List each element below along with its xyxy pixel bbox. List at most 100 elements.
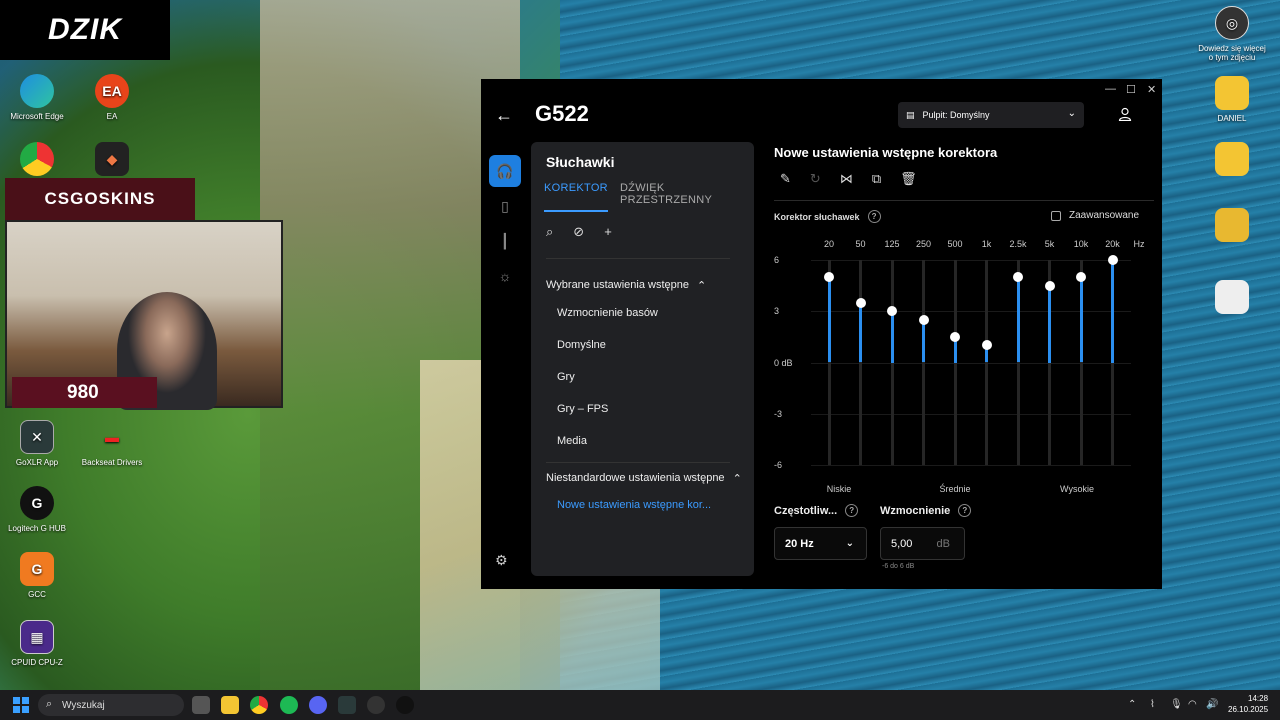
eq-band-track[interactable] (890, 260, 894, 465)
chevron-up-icon[interactable]: ⌃ (1128, 699, 1136, 710)
desktop-icon-backseat[interactable]: ▬ Backseat Drivers (76, 420, 148, 467)
search-icon[interactable]: ⌕ (546, 224, 553, 240)
eq-band-fill (1079, 277, 1083, 363)
desktop-icon-gcc[interactable]: G GCC (1, 552, 73, 599)
file-explorer-icon[interactable] (221, 696, 239, 714)
network-icon[interactable]: ⌇ (1150, 699, 1155, 710)
eq-band-handle[interactable] (887, 306, 897, 317)
eq-band-track[interactable] (953, 260, 957, 465)
chrome-icon[interactable] (250, 696, 268, 714)
eq-band-handle[interactable] (855, 297, 866, 308)
desktop-icon-label: Backseat Drivers (81, 458, 143, 467)
eq-band-handle[interactable] (1107, 255, 1118, 265)
desktop-icon-folder3[interactable] (1196, 208, 1268, 246)
tab-korektor[interactable]: KOREKTOR (544, 182, 608, 212)
desktop-profile-icon: ▤ (906, 109, 915, 120)
eq-band-handle[interactable] (1044, 280, 1055, 291)
tab-surround[interactable]: DŹWIĘK PRZESTRZENNY (620, 182, 754, 212)
speaker-icon[interactable]: 🔊 (1206, 699, 1218, 710)
desktop-icon-daniel[interactable]: DANIEL (1196, 76, 1268, 123)
eq-band-track[interactable] (859, 260, 862, 465)
help-icon[interactable]: ? (867, 210, 881, 223)
eq-band-handle[interactable] (981, 340, 992, 351)
desktop-icon-ghub[interactable]: G Logitech G HUB (1, 486, 73, 533)
eq-band-track[interactable] (922, 260, 925, 465)
panel-title: Słuchawki (546, 154, 615, 170)
frequency-label-text: Częstotliw... (774, 504, 838, 517)
eq-band-handle[interactable] (1076, 272, 1086, 283)
desktop-icon-spotlight[interactable]: ◎ Dowiedz się więcej o tym zdjęciu (1196, 6, 1268, 62)
desktop-icon-ea[interactable]: EA EA (76, 74, 148, 121)
freq-tick-label: 5k (1044, 239, 1055, 249)
db-tick-label: 6 (774, 255, 780, 265)
advanced-checkbox[interactable] (1051, 210, 1061, 221)
frequency-value: 20 Hz (785, 538, 814, 550)
gain-label: Wzmocnienie ? (880, 504, 972, 517)
group-custom-presets[interactable]: Niestandardowe ustawienia wstępne ⌃ (546, 472, 742, 485)
obs-icon[interactable] (367, 696, 385, 714)
preset-item[interactable]: Wzmocnienie basów (557, 307, 658, 319)
share-icon[interactable]: ⋈ (840, 171, 853, 187)
logitech-g-icon[interactable] (396, 696, 414, 714)
group-builtin-presets[interactable]: Wybrane ustawienia wstępne ⌃ (546, 279, 706, 292)
reset-icon[interactable]: ↻ (810, 171, 821, 187)
import-icon[interactable]: ⊘ (573, 224, 584, 240)
chevron-down-icon: ⌄ (1067, 108, 1076, 119)
eq-band-handle[interactable] (950, 331, 960, 342)
preset-item[interactable]: Gry (557, 371, 575, 383)
desktop-icon-file[interactable] (1196, 280, 1268, 318)
eq-band-fill (1111, 260, 1114, 363)
desktop-icon-chrome[interactable] (1, 142, 73, 180)
preset-item-selected[interactable]: Nowe ustawienia wstępne kor... (557, 499, 711, 511)
preset-item[interactable]: Gry – FPS (557, 403, 608, 415)
taskbar-search[interactable]: ⌕ Wyszukaj (38, 694, 184, 716)
help-icon[interactable]: ? (958, 504, 972, 517)
task-view-icon[interactable] (192, 696, 210, 714)
microphone-icon[interactable]: 🎙 (1170, 699, 1183, 710)
edit-icon[interactable]: ✎ (780, 171, 791, 187)
desktop-icon-label: EA (106, 112, 118, 121)
eq-band-handle[interactable] (824, 272, 834, 283)
eq-band-handle[interactable] (1013, 272, 1023, 283)
add-icon[interactable]: + (604, 224, 612, 240)
close-icon[interactable]: ✕ (1147, 83, 1156, 96)
eq-band-handle[interactable] (918, 314, 929, 325)
gain-input[interactable]: 5,00 dB (880, 527, 965, 560)
desktop-icon-edge[interactable]: Microsoft Edge (1, 74, 73, 121)
eq-band-fill (827, 277, 831, 363)
microphone-icon[interactable]: ▯ (489, 190, 521, 222)
chevron-up-icon: ⌃ (696, 280, 707, 292)
lighting-icon[interactable]: ☼ (489, 260, 521, 292)
frequency-select[interactable]: 20 Hz ⌄ (774, 527, 867, 560)
trash-icon[interactable]: 🗑 (900, 171, 917, 187)
windows-start-icon[interactable] (13, 697, 29, 713)
settings-gear-icon[interactable]: ⚙ (495, 552, 508, 569)
preset-item[interactable]: Domyślne (557, 339, 606, 351)
duplicate-icon[interactable]: ⧉ (872, 171, 881, 187)
preset-item[interactable]: Media (557, 435, 587, 447)
chrome-icon (20, 142, 54, 176)
desktop-icon-label: GoXLR App (15, 458, 59, 467)
user-icon[interactable] (1118, 107, 1132, 121)
waveform-icon[interactable]: ┃ (489, 225, 521, 257)
help-icon[interactable]: ? (845, 504, 859, 517)
desktop-icon-faceit[interactable]: ◆ (76, 142, 148, 180)
freq-tick-label: 10k (1073, 239, 1089, 249)
folder-icon (1215, 142, 1249, 176)
profile-selector[interactable]: ▤ Pulpit: Domyślny ⌄ (898, 102, 1084, 128)
advanced-toggle[interactable]: Zaawansowane (1051, 210, 1139, 221)
desktop-icon-cpuz[interactable]: ▦ CPUID CPU-Z (1, 620, 73, 667)
desktop-icon-folder2[interactable] (1196, 142, 1268, 180)
minimize-icon[interactable]: — (1105, 83, 1116, 95)
eq-band-track[interactable] (985, 260, 988, 465)
desktop-icon-goxlr[interactable]: ✕ GoXLR App (1, 420, 73, 467)
spotify-icon[interactable] (280, 696, 298, 714)
discord-icon[interactable] (309, 696, 327, 714)
headphones-icon[interactable]: 🎧 (489, 155, 521, 187)
clock[interactable]: 14:28 26.10.2025 (1228, 693, 1268, 715)
side-rail: 🎧 ▯ ┃ ☼ (489, 155, 521, 295)
back-arrow-icon[interactable]: ← (495, 105, 513, 126)
maximize-icon[interactable]: ☐ (1126, 83, 1136, 96)
goxlr-icon[interactable] (338, 696, 356, 714)
wifi-icon[interactable]: ◠ (1188, 699, 1197, 710)
